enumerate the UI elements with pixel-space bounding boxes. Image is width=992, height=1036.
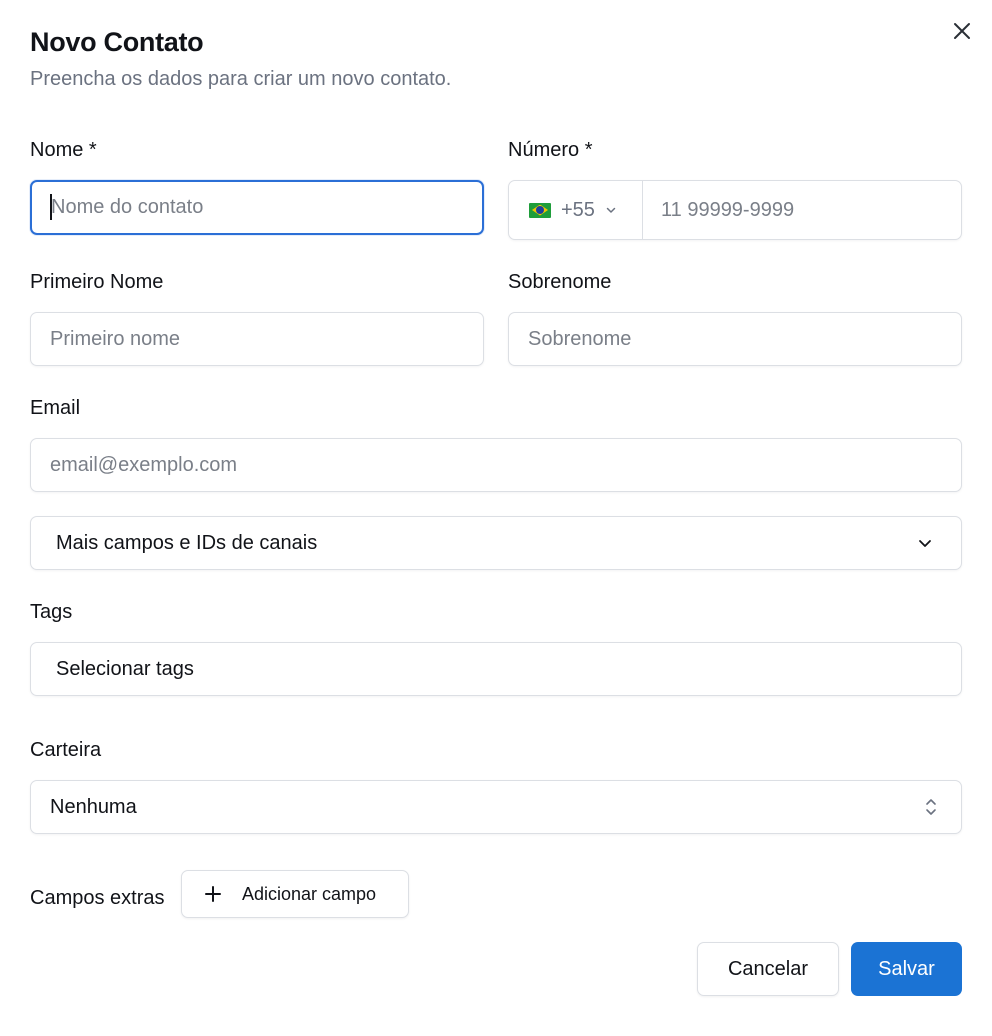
carteira-selected-value: Nenhuma bbox=[50, 795, 137, 818]
dialog-title: Novo Contato bbox=[30, 27, 204, 57]
chevron-down-icon bbox=[917, 535, 933, 551]
carteira-label: Carteira bbox=[30, 739, 102, 761]
cancel-button[interactable]: Cancelar bbox=[697, 942, 839, 996]
close-button[interactable] bbox=[948, 17, 976, 45]
more-fields-label: Mais campos e IDs de canais bbox=[56, 531, 318, 554]
tags-label: Tags bbox=[30, 601, 73, 623]
tags-select-text: Selecionar tags bbox=[56, 657, 194, 680]
plus-icon bbox=[205, 886, 221, 902]
add-field-button[interactable]: Adicionar campo bbox=[181, 870, 409, 918]
chevron-up-down-icon bbox=[923, 796, 939, 818]
tags-select[interactable]: Selecionar tags bbox=[30, 642, 962, 696]
carteira-select[interactable]: Nenhuma bbox=[30, 780, 962, 834]
sobrenome-input[interactable] bbox=[508, 312, 962, 366]
nome-input[interactable] bbox=[30, 180, 484, 235]
phone-number-input[interactable] bbox=[643, 181, 961, 239]
primeiro-nome-input[interactable] bbox=[30, 312, 484, 366]
country-code: +55 bbox=[561, 198, 595, 221]
new-contact-dialog: Novo Contato Preencha os dados para cria… bbox=[0, 0, 992, 1036]
country-code-select[interactable]: +55 bbox=[509, 181, 643, 239]
chevron-down-icon bbox=[606, 207, 616, 213]
save-button[interactable]: Salvar bbox=[851, 942, 962, 996]
email-label: Email bbox=[30, 397, 81, 419]
more-fields-toggle[interactable]: Mais campos e IDs de canais bbox=[30, 516, 962, 570]
numero-label: Número * bbox=[508, 139, 593, 161]
email-input[interactable] bbox=[30, 438, 962, 492]
sobrenome-label: Sobrenome bbox=[508, 271, 612, 293]
campos-extras-label: Campos extras bbox=[30, 887, 165, 909]
phone-field: +55 bbox=[508, 180, 962, 240]
dialog-subtitle: Preencha os dados para criar um novo con… bbox=[30, 68, 452, 90]
text-cursor bbox=[50, 194, 52, 220]
brazil-flag-icon bbox=[529, 202, 551, 218]
add-field-label: Adicionar campo bbox=[242, 883, 377, 904]
primeiro-nome-label: Primeiro Nome bbox=[30, 271, 164, 293]
close-icon[interactable] bbox=[953, 22, 971, 40]
nome-label: Nome * bbox=[30, 139, 97, 161]
